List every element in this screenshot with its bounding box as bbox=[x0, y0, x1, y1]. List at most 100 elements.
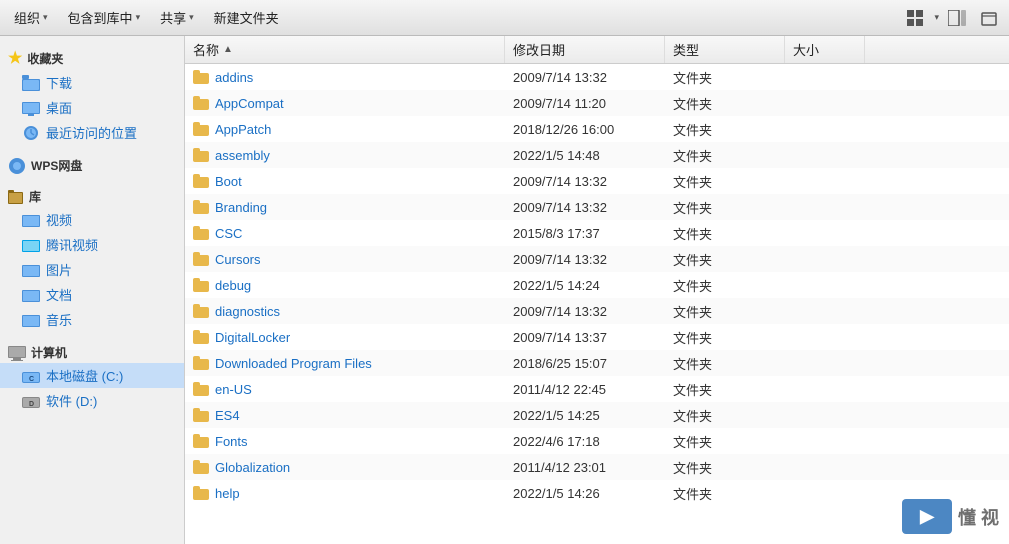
drive-c-icon: C bbox=[22, 369, 40, 383]
table-row[interactable]: diagnostics 2009/7/14 13:32 文件夹 bbox=[185, 298, 1009, 324]
table-row[interactable]: debug 2022/1/5 14:24 文件夹 bbox=[185, 272, 1009, 298]
tencent-video-icon bbox=[22, 237, 40, 253]
toolbar-right: ▾ bbox=[902, 5, 1003, 31]
file-name: ES4 bbox=[215, 408, 240, 423]
sidebar: ★ 收藏夹 下载 桌面 最近 bbox=[0, 36, 185, 544]
preview-pane-button[interactable] bbox=[943, 5, 971, 31]
computer-label: 计算机 bbox=[31, 344, 67, 361]
file-date-cell: 2015/8/3 17:37 bbox=[505, 226, 665, 241]
file-name-cell: addins bbox=[185, 70, 505, 85]
file-name: help bbox=[215, 486, 240, 501]
music-label: 音乐 bbox=[46, 310, 72, 329]
file-date-cell: 2018/6/25 15:07 bbox=[505, 356, 665, 371]
file-name: Fonts bbox=[215, 434, 248, 449]
file-date-cell: 2009/7/14 13:32 bbox=[505, 304, 665, 319]
watermark: ▶ 懂 视 bbox=[902, 499, 999, 534]
table-row[interactable]: DigitalLocker 2009/7/14 13:37 文件夹 bbox=[185, 324, 1009, 350]
folder-icon bbox=[193, 252, 209, 266]
table-row[interactable]: Boot 2009/7/14 13:32 文件夹 bbox=[185, 168, 1009, 194]
file-name-cell: CSC bbox=[185, 226, 505, 241]
col-size-header[interactable]: 大小 bbox=[785, 36, 865, 63]
file-name-cell: AppCompat bbox=[185, 96, 505, 111]
file-name-cell: help bbox=[185, 486, 505, 501]
file-type-cell: 文件夹 bbox=[665, 328, 785, 347]
sidebar-item-recent[interactable]: 最近访问的位置 bbox=[0, 120, 184, 145]
folder-icon bbox=[193, 486, 209, 500]
folder-icon bbox=[193, 408, 209, 422]
star-icon: ★ bbox=[8, 48, 22, 68]
col-date-header[interactable]: 修改日期 bbox=[505, 36, 665, 63]
file-date-cell: 2018/12/26 16:00 bbox=[505, 122, 665, 137]
file-name: Branding bbox=[215, 200, 267, 215]
sidebar-item-desktop[interactable]: 桌面 bbox=[0, 95, 184, 120]
table-row[interactable]: Downloaded Program Files 2018/6/25 15:07… bbox=[185, 350, 1009, 376]
organize-button[interactable]: 组织 ▾ bbox=[6, 4, 56, 31]
include-library-button[interactable]: 包含到库中 ▾ bbox=[60, 4, 149, 31]
table-row[interactable]: ES4 2022/1/5 14:25 文件夹 bbox=[185, 402, 1009, 428]
col-name-label: 名称 bbox=[193, 40, 219, 59]
file-name-cell: AppPatch bbox=[185, 122, 505, 137]
file-name-cell: Boot bbox=[185, 174, 505, 189]
folder-icon bbox=[193, 122, 209, 136]
sidebar-item-documents[interactable]: 文档 bbox=[0, 282, 184, 307]
folder-icon bbox=[193, 356, 209, 370]
sidebar-item-music[interactable]: 音乐 bbox=[0, 307, 184, 332]
table-row[interactable]: AppPatch 2018/12/26 16:00 文件夹 bbox=[185, 116, 1009, 142]
folder-icon bbox=[193, 330, 209, 344]
sidebar-item-drive-c[interactable]: C 本地磁盘 (C:) bbox=[0, 363, 184, 388]
library-header[interactable]: 库 bbox=[0, 184, 184, 207]
desktop-label: 桌面 bbox=[46, 98, 72, 117]
computer-header[interactable]: 计算机 bbox=[0, 340, 184, 363]
table-row[interactable]: addins 2009/7/14 13:32 文件夹 bbox=[185, 64, 1009, 90]
file-date-cell: 2022/1/5 14:24 bbox=[505, 278, 665, 293]
table-row[interactable]: CSC 2015/8/3 17:37 文件夹 bbox=[185, 220, 1009, 246]
col-name-header[interactable]: 名称 ▲ bbox=[185, 36, 505, 63]
wps-label: WPS网盘 bbox=[31, 157, 82, 174]
folder-icon bbox=[193, 434, 209, 448]
desktop-icon bbox=[22, 100, 40, 116]
documents-icon bbox=[22, 287, 40, 303]
wps-icon bbox=[8, 158, 26, 174]
watermark-logo: ▶ bbox=[902, 499, 952, 534]
table-row[interactable]: en-US 2011/4/12 22:45 文件夹 bbox=[185, 376, 1009, 402]
file-date-cell: 2022/1/5 14:26 bbox=[505, 486, 665, 501]
favorites-header[interactable]: ★ 收藏夹 bbox=[0, 44, 184, 70]
new-folder-button[interactable]: 新建文件夹 bbox=[206, 4, 287, 31]
file-name: Downloaded Program Files bbox=[215, 356, 372, 371]
table-row[interactable]: Branding 2009/7/14 13:32 文件夹 bbox=[185, 194, 1009, 220]
sidebar-item-video[interactable]: 视频 bbox=[0, 207, 184, 232]
file-name: AppCompat bbox=[215, 96, 284, 111]
file-name-cell: en-US bbox=[185, 382, 505, 397]
file-name-cell: DigitalLocker bbox=[185, 330, 505, 345]
drive-d-icon: D bbox=[22, 394, 40, 408]
file-name-cell: Globalization bbox=[185, 460, 505, 475]
file-name: Cursors bbox=[215, 252, 261, 267]
file-type-cell: 文件夹 bbox=[665, 172, 785, 191]
folder-icon bbox=[193, 200, 209, 214]
table-row[interactable]: Cursors 2009/7/14 13:32 文件夹 bbox=[185, 246, 1009, 272]
share-chevron: ▾ bbox=[189, 12, 194, 23]
file-type-cell: 文件夹 bbox=[665, 94, 785, 113]
file-type-cell: 文件夹 bbox=[665, 458, 785, 477]
table-row[interactable]: Globalization 2011/4/12 23:01 文件夹 bbox=[185, 454, 1009, 480]
folder-icon bbox=[193, 304, 209, 318]
file-name: debug bbox=[215, 278, 251, 293]
table-row[interactable]: assembly 2022/1/5 14:48 文件夹 bbox=[185, 142, 1009, 168]
window-button[interactable] bbox=[975, 5, 1003, 31]
video-icon bbox=[22, 212, 40, 228]
table-row[interactable]: Fonts 2022/4/6 17:18 文件夹 bbox=[185, 428, 1009, 454]
view-toggle-button[interactable] bbox=[902, 5, 930, 31]
table-row[interactable]: AppCompat 2009/7/14 11:20 文件夹 bbox=[185, 90, 1009, 116]
sidebar-item-pictures[interactable]: 图片 bbox=[0, 257, 184, 282]
share-label: 共享 bbox=[160, 8, 186, 27]
sidebar-item-download[interactable]: 下载 bbox=[0, 70, 184, 95]
new-folder-label: 新建文件夹 bbox=[214, 8, 279, 27]
file-type-cell: 文件夹 bbox=[665, 354, 785, 373]
sidebar-item-tencent-video[interactable]: 腾讯视频 bbox=[0, 232, 184, 257]
column-header: 名称 ▲ 修改日期 类型 大小 bbox=[185, 36, 1009, 64]
share-button[interactable]: 共享 ▾ bbox=[152, 4, 202, 31]
sidebar-item-drive-d[interactable]: D 软件 (D:) bbox=[0, 388, 184, 413]
col-type-header[interactable]: 类型 bbox=[665, 36, 785, 63]
wps-header[interactable]: WPS网盘 bbox=[0, 153, 184, 176]
table-row[interactable]: help 2022/1/5 14:26 文件夹 bbox=[185, 480, 1009, 506]
